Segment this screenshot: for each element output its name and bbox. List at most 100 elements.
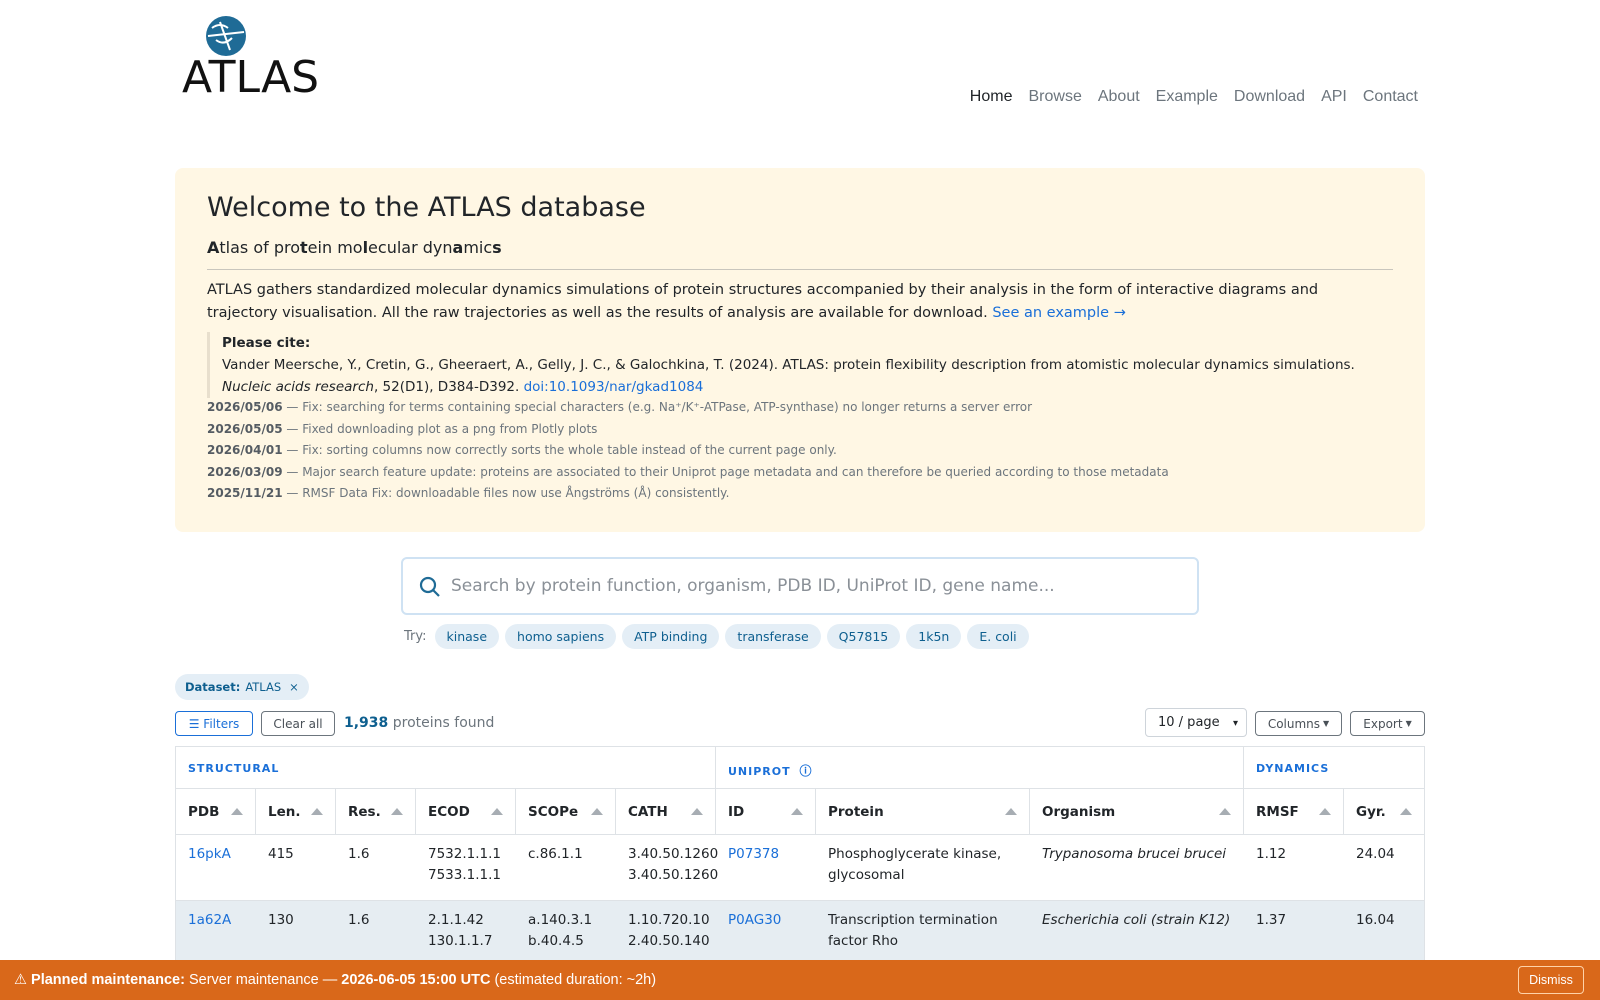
dataset-value: ATLAS (245, 680, 282, 694)
suggestion-chip[interactable]: ATP binding (622, 624, 720, 649)
columns-button[interactable]: Columns ▼ (1255, 711, 1342, 736)
cell-gyr: 16.04 (1356, 912, 1395, 928)
banner-text: Server maintenance — (188, 972, 338, 988)
atlas-acronym: Atlas of protein molecular dynamics (207, 238, 502, 257)
sort-icon[interactable] (1005, 808, 1017, 815)
search-input[interactable] (451, 569, 1171, 603)
sort-icon[interactable] (391, 808, 403, 815)
table-row[interactable]: 1a62A 130 1.6 2.1.1.42 130.1.1.7 a.140.3.… (176, 901, 1424, 967)
sort-icon[interactable] (691, 808, 703, 815)
col-rmsf[interactable]: RMSF (1244, 789, 1344, 834)
dismiss-button[interactable]: Dismiss (1518, 966, 1584, 994)
cell-protein: Phosphoglycerate kinase, glycosomal (828, 846, 1002, 883)
table-header-row: PDB Len. Res. ECOD SCOPe CATH ID Protein… (176, 789, 1424, 835)
columns-label: Columns (1267, 716, 1321, 731)
table-toolbar: ☰ Filters Clear all 1,938 proteins found… (175, 708, 1425, 737)
atlas-logo[interactable]: ATLAS (182, 14, 334, 103)
citation-block: Please cite: Vander Meersche, Y., Cretin… (207, 332, 1393, 398)
col-scope[interactable]: SCOPe (516, 789, 616, 834)
col-gyr[interactable]: Gyr. (1344, 789, 1424, 834)
cell-protein: Transcription termination factor Rho (828, 912, 998, 949)
info-icon[interactable]: ⓘ (799, 764, 811, 778)
sort-icon[interactable] (1400, 808, 1412, 815)
sort-icon[interactable] (1319, 808, 1331, 815)
warning-icon: ⚠ (14, 972, 27, 988)
table-row[interactable]: 16pkA 415 1.6 7532.1.1.1 7533.1.1.1 c.86.… (176, 835, 1424, 901)
description-text: ATLAS gathers standardized molecular dyn… (207, 282, 1319, 321)
news-date: 2026/04/01 (207, 443, 283, 458)
protein-table: STRUCTURAL UNIPROT ⓘ DYNAMICS PDB Len. R… (175, 746, 1425, 967)
nav-home[interactable]: Home (970, 88, 1013, 106)
sort-icon[interactable] (1219, 808, 1231, 815)
remove-filter-button[interactable]: × (289, 680, 299, 694)
dataset-label: Dataset: (185, 680, 241, 694)
nav-about[interactable]: About (1098, 88, 1140, 106)
nav-browse[interactable]: Browse (1028, 88, 1081, 106)
export-button[interactable]: Export ▼ (1350, 711, 1425, 736)
nav-api[interactable]: API (1321, 88, 1347, 106)
uniprot-link[interactable]: P0AG30 (728, 912, 781, 928)
sort-icon[interactable] (311, 808, 323, 815)
doi-link[interactable]: doi:10.1093/nar/gkad1084 (524, 379, 704, 395)
count-value: 1,938 (344, 715, 389, 731)
clear-all-button[interactable]: Clear all (261, 711, 335, 736)
col-cath[interactable]: CATH (616, 789, 716, 834)
sort-icon[interactable] (591, 808, 603, 815)
example-link[interactable]: See an example → (992, 305, 1126, 321)
news-text: — Fixed downloading plot as a png from P… (286, 421, 598, 436)
nav-download[interactable]: Download (1234, 88, 1305, 106)
col-pdb[interactable]: PDB (176, 789, 256, 834)
logo-text: ATLAS (182, 52, 319, 96)
col-uniprot-id[interactable]: ID (716, 789, 816, 834)
nav-contact[interactable]: Contact (1363, 88, 1418, 106)
page-size-select[interactable]: 10 / page ▾ (1145, 708, 1247, 737)
col-ecod[interactable]: ECOD (416, 789, 516, 834)
col-organism[interactable]: Organism (1030, 789, 1244, 834)
column-group-row: STRUCTURAL UNIPROT ⓘ DYNAMICS (176, 747, 1424, 789)
suggestion-chip[interactable]: transferase (725, 624, 821, 649)
page-title: Welcome to the ATLAS database (207, 192, 646, 223)
cell-len: 415 (268, 846, 294, 862)
pdb-link[interactable]: 16pkA (188, 846, 231, 862)
search-box (401, 557, 1199, 615)
filters-button[interactable]: ☰ Filters (175, 711, 253, 736)
pdb-link[interactable]: 1a62A (188, 912, 231, 928)
uniprot-link[interactable]: P07378 (728, 846, 779, 862)
nav-example[interactable]: Example (1156, 88, 1218, 106)
welcome-panel: Welcome to the ATLAS database Atlas of p… (175, 168, 1425, 532)
news-date: 2026/05/05 (207, 421, 283, 436)
cell-res: 1.6 (348, 912, 370, 928)
news-date: 2026/05/06 (207, 400, 283, 414)
count-suffix: proteins found (392, 715, 495, 731)
col-res[interactable]: Res. (336, 789, 416, 834)
cite-text: Vander Meersche, Y., Cretin, G., Gheerae… (222, 357, 1355, 373)
page-size-value: 10 / page (1158, 715, 1220, 730)
chevron-down-icon: ▾ (1232, 718, 1238, 729)
cell-res: 1.6 (348, 846, 370, 862)
cite-label: Please cite: (222, 335, 311, 351)
suggestion-chip[interactable]: homo sapiens (505, 624, 617, 649)
suggestion-chip[interactable]: Q57815 (826, 624, 901, 649)
cell-organism: Trypanosoma brucei brucei (1042, 846, 1227, 862)
col-len[interactable]: Len. (256, 789, 336, 834)
cell-cath: 3.40.50.1260 3.40.50.1260 (628, 846, 719, 883)
cell-organism: Escherichia coli (strain K12) (1042, 912, 1231, 928)
suggestion-chip[interactable]: E. coli (967, 624, 1029, 649)
search-suggestions: Try: kinase homo sapiens ATP binding tra… (404, 624, 1035, 649)
results-count: 1,938 proteins found (344, 715, 494, 731)
cell-len: 130 (268, 912, 294, 928)
cell-rmsf: 1.37 (1256, 912, 1287, 928)
sort-icon[interactable] (491, 808, 503, 815)
description: ATLAS gathers standardized molecular dyn… (207, 279, 1367, 325)
news-text: — Fix: sorting columns now correctly sor… (286, 443, 837, 458)
sort-icon[interactable] (231, 808, 243, 815)
col-protein[interactable]: Protein (816, 789, 1030, 834)
dataset-filter-pill: Dataset: ATLAS × (175, 674, 309, 700)
caret-down-icon: ▼ (1323, 719, 1330, 728)
suggestion-chip[interactable]: 1k5n (906, 624, 962, 649)
news-list: 2026/05/06 — Fix: searching for terms co… (207, 397, 1169, 505)
search-icon (419, 576, 440, 597)
cell-gyr: 24.04 (1356, 846, 1395, 862)
sort-icon[interactable] (791, 808, 803, 815)
suggestion-chip[interactable]: kinase (434, 624, 500, 649)
